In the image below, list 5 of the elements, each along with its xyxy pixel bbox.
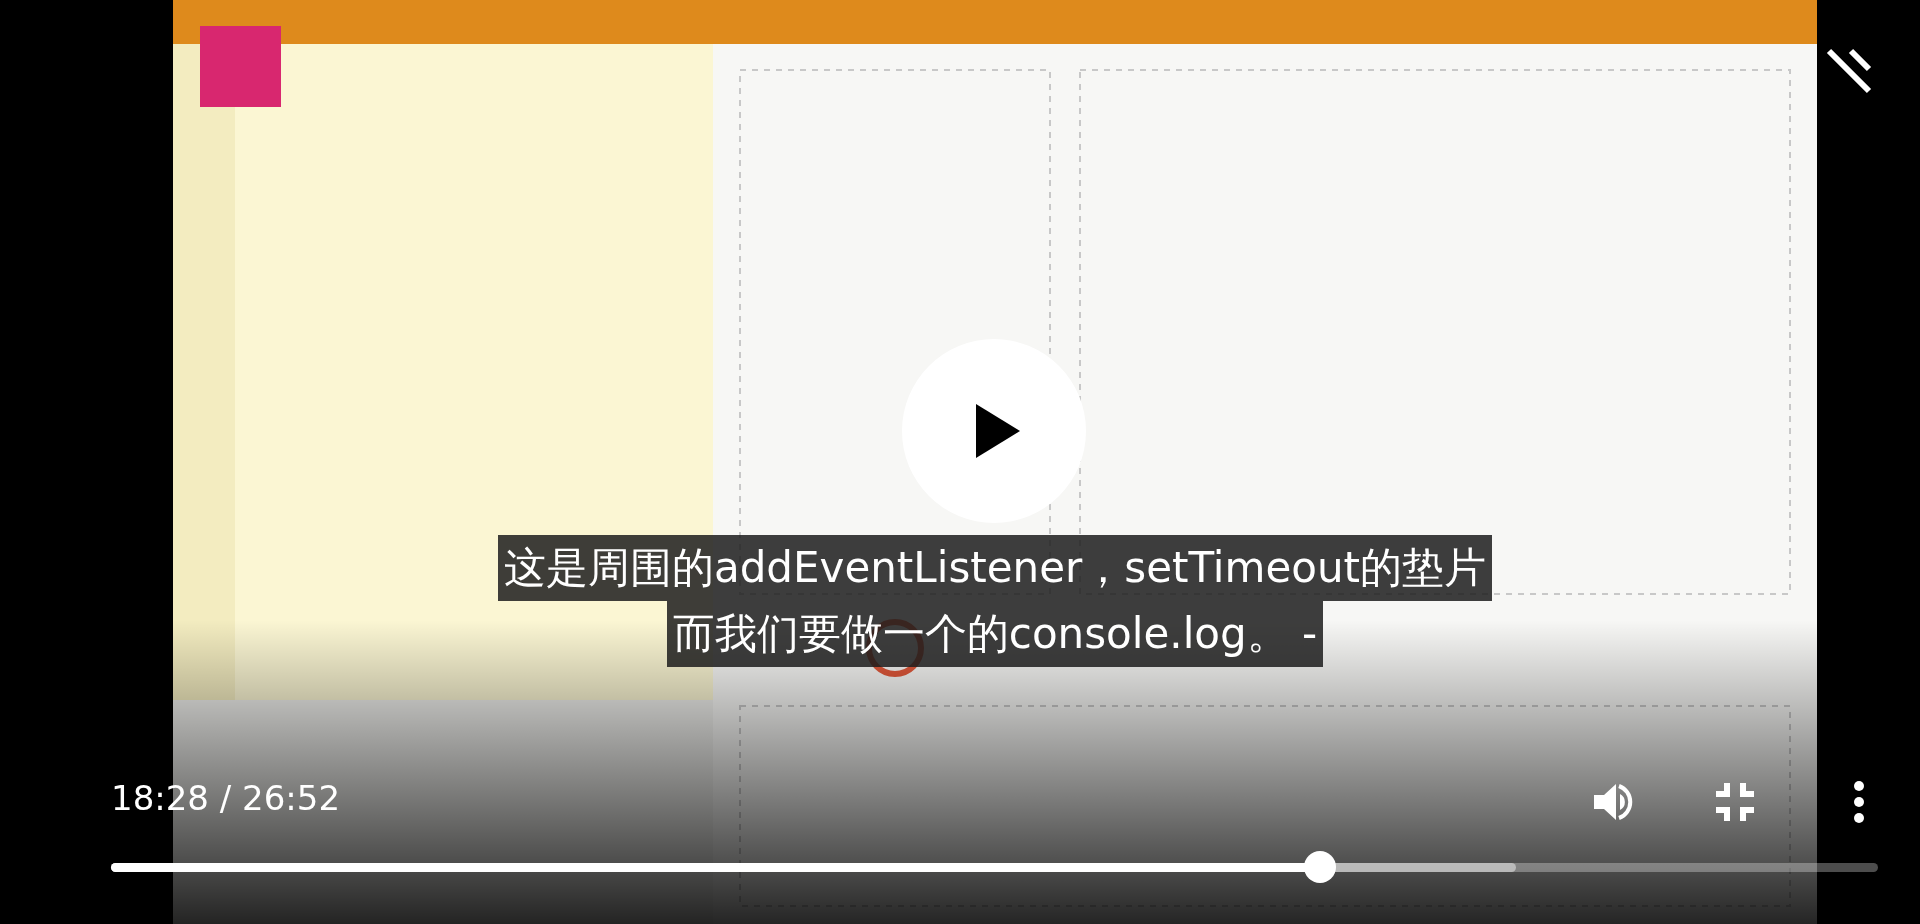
play-icon [976, 404, 1020, 458]
progress-bar[interactable] [111, 863, 1878, 872]
time-display: 18:28 / 26:52 [111, 778, 341, 818]
exit-fullscreen-icon[interactable] [1713, 780, 1757, 824]
collapse-icon[interactable] [1826, 48, 1872, 94]
